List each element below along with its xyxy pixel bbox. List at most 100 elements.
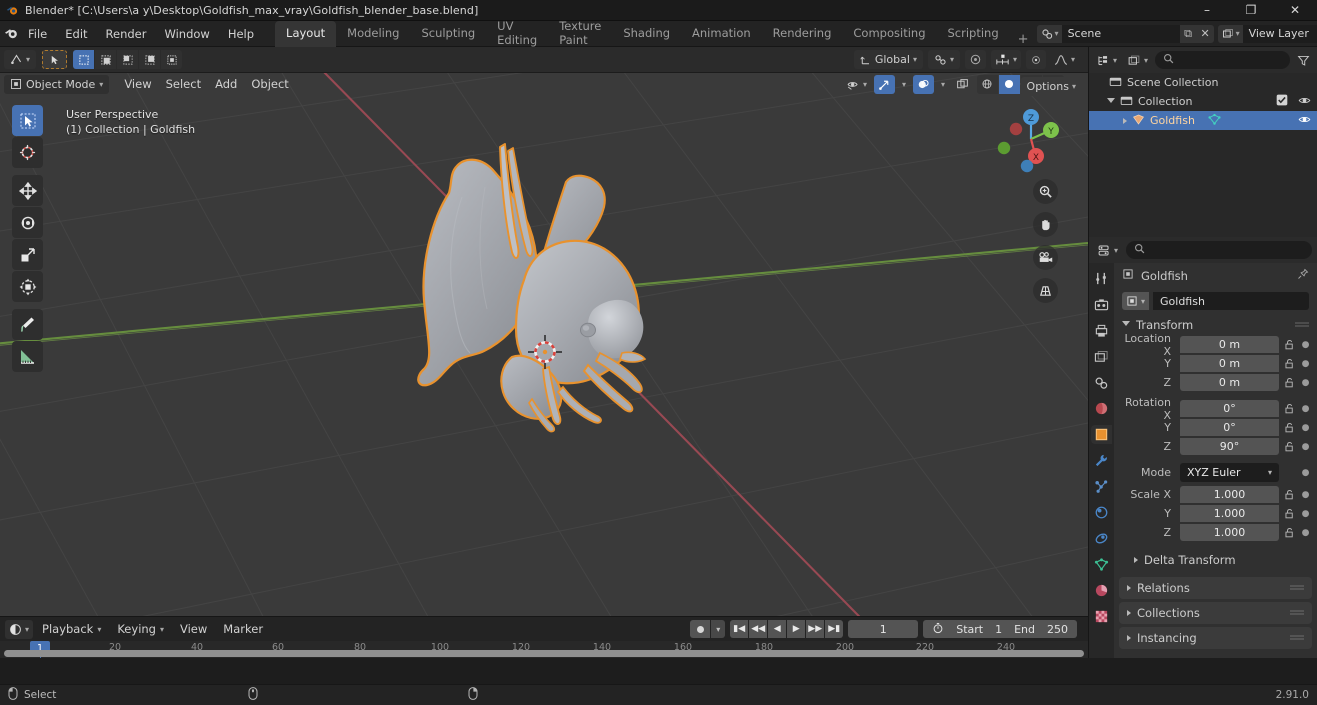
scale-x-row[interactable]: Scale X 1.000 ● <box>1114 485 1317 504</box>
workspace-tab-compositing[interactable]: Compositing <box>842 21 936 47</box>
object-data-tab-icon[interactable] <box>1091 555 1112 574</box>
eye-icon[interactable] <box>1298 94 1311 110</box>
location-x-row[interactable]: Location X 0 m ● <box>1114 332 1317 358</box>
timeline-menu-playback[interactable]: Playback ▾ <box>35 620 108 638</box>
menu-file[interactable]: File <box>19 24 56 44</box>
shading-wireframe-icon[interactable] <box>976 74 998 94</box>
visibility-selector[interactable]: ▾ <box>843 75 870 94</box>
material-tab-icon[interactable] <box>1091 581 1112 600</box>
view-layer-selector[interactable]: ▾ View Layer ⧉ ✕ <box>1217 24 1317 43</box>
scene-tab-icon[interactable] <box>1091 373 1112 392</box>
outliner-search-input[interactable] <box>1178 54 1282 66</box>
lock-icon[interactable] <box>1283 508 1296 519</box>
animate-dot-icon[interactable]: ● <box>1300 378 1311 388</box>
animate-dot-icon[interactable]: ● <box>1300 340 1311 350</box>
shading-solid-icon[interactable] <box>998 74 1020 94</box>
measure-tool-button[interactable] <box>12 341 43 372</box>
animate-dot-icon[interactable]: ● <box>1300 423 1311 433</box>
location-z-row[interactable]: Z 0 m ● <box>1114 373 1317 392</box>
timeline-menu-view[interactable]: View <box>173 620 214 638</box>
location-y-row[interactable]: Y 0 m ● <box>1114 354 1317 373</box>
world-tab-icon[interactable] <box>1091 399 1112 418</box>
outliner-row-collection[interactable]: Collection <box>1089 92 1317 111</box>
camera-view-icon[interactable] <box>1033 245 1058 270</box>
select-mode-group[interactable] <box>73 50 183 69</box>
maximize-button[interactable]: ❐ <box>1229 0 1273 21</box>
menu-render[interactable]: Render <box>97 24 156 44</box>
menu-edit[interactable]: Edit <box>56 24 96 44</box>
animate-dot-icon[interactable]: ● <box>1300 468 1311 478</box>
eye-icon[interactable] <box>1298 113 1311 129</box>
location-y-value[interactable]: 0 m <box>1180 355 1279 372</box>
transform-orientation-selector[interactable]: Global ▾ <box>853 50 923 69</box>
physics-tab-icon[interactable] <box>1091 503 1112 522</box>
particles-tab-icon[interactable] <box>1091 477 1112 496</box>
properties-search-input[interactable] <box>1149 244 1304 256</box>
outliner-editor[interactable]: ▾ ▾ Scene Collection Collection Goldfish <box>1088 47 1317 237</box>
outliner-display-mode-selector[interactable]: ▾ <box>1124 51 1151 70</box>
add-workspace-button[interactable]: + <box>1010 32 1037 47</box>
lock-icon[interactable] <box>1283 489 1296 500</box>
outliner-editor-type-selector[interactable]: ▾ <box>1093 51 1120 70</box>
relations-panel-header[interactable]: Relations <box>1119 577 1312 599</box>
viewport-3d[interactable]: ▾ Global ▾ ▾ ▾ ▾ Object Mode ▾ View Sele… <box>0 47 1088 616</box>
view-layer-tab-icon[interactable] <box>1091 347 1112 366</box>
workspace-tab-texture-paint[interactable]: Texture Paint <box>548 19 612 47</box>
panel-expand-icon[interactable] <box>1127 635 1131 641</box>
show-gizmo-toggle[interactable] <box>873 74 895 94</box>
workspace-tab-layout[interactable]: Layout <box>275 20 337 47</box>
snap-increment-icon[interactable]: ▾ <box>990 50 1021 69</box>
select-intersect-icon[interactable] <box>161 50 183 69</box>
cursor-tool-button[interactable] <box>12 137 43 168</box>
animate-dot-icon[interactable]: ● <box>1300 404 1311 414</box>
object-tab-icon[interactable] <box>1091 425 1112 444</box>
remove-scene-button[interactable]: ✕ <box>1196 24 1214 43</box>
proportional-falloff-icon[interactable] <box>1025 50 1046 69</box>
tool-tab-icon[interactable] <box>1091 269 1112 288</box>
modifiers-tab-icon[interactable] <box>1091 451 1112 470</box>
transform-tool-button[interactable] <box>12 271 43 302</box>
view-layer-name[interactable]: View Layer <box>1242 24 1317 43</box>
start-frame-value[interactable]: 1 <box>995 623 1002 636</box>
animate-dot-icon[interactable]: ● <box>1300 490 1311 500</box>
object-mode-selector[interactable]: Object Mode ▾ <box>4 74 110 94</box>
animate-dot-icon[interactable]: ● <box>1300 509 1311 519</box>
menu-window[interactable]: Window <box>155 24 218 44</box>
constraints-tab-icon[interactable] <box>1091 529 1112 548</box>
checkbox-icon[interactable] <box>1276 94 1288 109</box>
scale-z-value[interactable]: 1.000 <box>1180 524 1279 541</box>
jump-to-start-button[interactable]: ▮◀ <box>730 620 749 638</box>
editor-type-selector[interactable]: ▾ <box>4 50 37 69</box>
blender-menu-icon[interactable] <box>4 22 19 46</box>
pan-hand-icon[interactable] <box>1033 212 1058 237</box>
panel-expand-icon[interactable] <box>1127 585 1131 591</box>
object-datablock-icon[interactable]: ▾ <box>1122 292 1150 310</box>
workspace-tab-shading[interactable]: Shading <box>612 21 681 47</box>
properties-search-box[interactable] <box>1126 241 1312 259</box>
delta-transform-panel-header[interactable]: Delta Transform <box>1114 549 1317 570</box>
properties-editor-type-selector[interactable]: ▾ <box>1094 241 1121 260</box>
rotation-x-row[interactable]: Rotation X 0° ● <box>1114 396 1317 422</box>
play-button[interactable]: ▶ <box>787 620 806 638</box>
viewport-menu-add[interactable]: Add <box>208 75 244 93</box>
lock-icon[interactable] <box>1283 403 1296 414</box>
scene-selector[interactable]: ▾ Scene ⧉ ✕ <box>1036 24 1214 43</box>
expand-triangle-icon[interactable] <box>1107 97 1115 106</box>
prev-keyframe-button[interactable]: ◀◀ <box>749 620 768 638</box>
close-button[interactable]: ✕ <box>1273 0 1317 21</box>
current-frame-field[interactable]: 1 <box>848 620 919 638</box>
workspace-tab-rendering[interactable]: Rendering <box>762 21 843 47</box>
lock-icon[interactable] <box>1283 422 1296 433</box>
timeline-editor[interactable]: ▾ Playback ▾ Keying ▾ View Marker ▾ ▮◀ ◀… <box>0 616 1088 658</box>
properties-editor[interactable]: ▾ Goldfish ▾ Goldfish Transform Location… <box>1088 237 1317 658</box>
lock-icon[interactable] <box>1283 339 1296 350</box>
timeline-editor-type-selector[interactable]: ▾ <box>5 619 34 639</box>
viewport-menu-object[interactable]: Object <box>244 75 295 93</box>
pin-icon[interactable] <box>1297 268 1309 283</box>
object-name-input[interactable]: Goldfish <box>1153 292 1309 310</box>
instancing-panel-header[interactable]: Instancing <box>1119 627 1312 649</box>
filter-icon[interactable] <box>1294 51 1313 70</box>
rotation-mode-dropdown[interactable]: XYZ Euler ▾ <box>1180 463 1279 482</box>
object-name-row[interactable]: ▾ Goldfish <box>1114 288 1317 314</box>
viewport-menu-view[interactable]: View <box>117 75 158 93</box>
